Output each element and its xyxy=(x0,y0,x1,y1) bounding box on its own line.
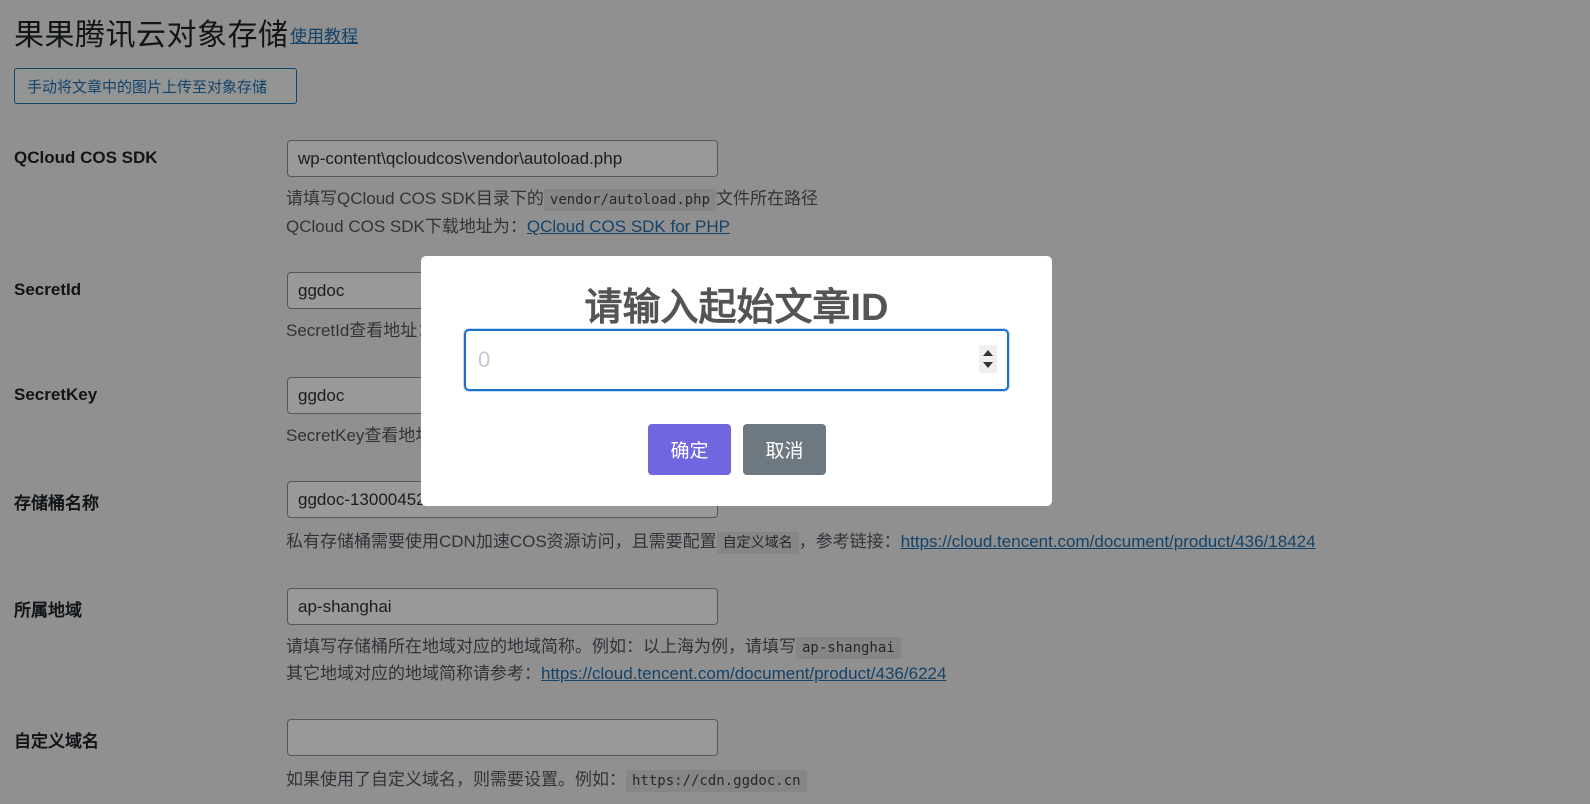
start-id-dialog: 请输入起始文章ID 确定 取消 xyxy=(421,256,1052,506)
number-spinner[interactable] xyxy=(979,345,997,373)
confirm-button[interactable]: 确定 xyxy=(648,424,731,475)
start-id-input-wrapper xyxy=(464,329,1009,391)
cancel-button[interactable]: 取消 xyxy=(743,424,826,475)
dialog-title: 请输入起始文章ID xyxy=(584,287,889,329)
spin-down-icon[interactable] xyxy=(983,362,993,368)
start-id-input[interactable] xyxy=(476,339,970,381)
spin-up-icon[interactable] xyxy=(983,350,993,356)
